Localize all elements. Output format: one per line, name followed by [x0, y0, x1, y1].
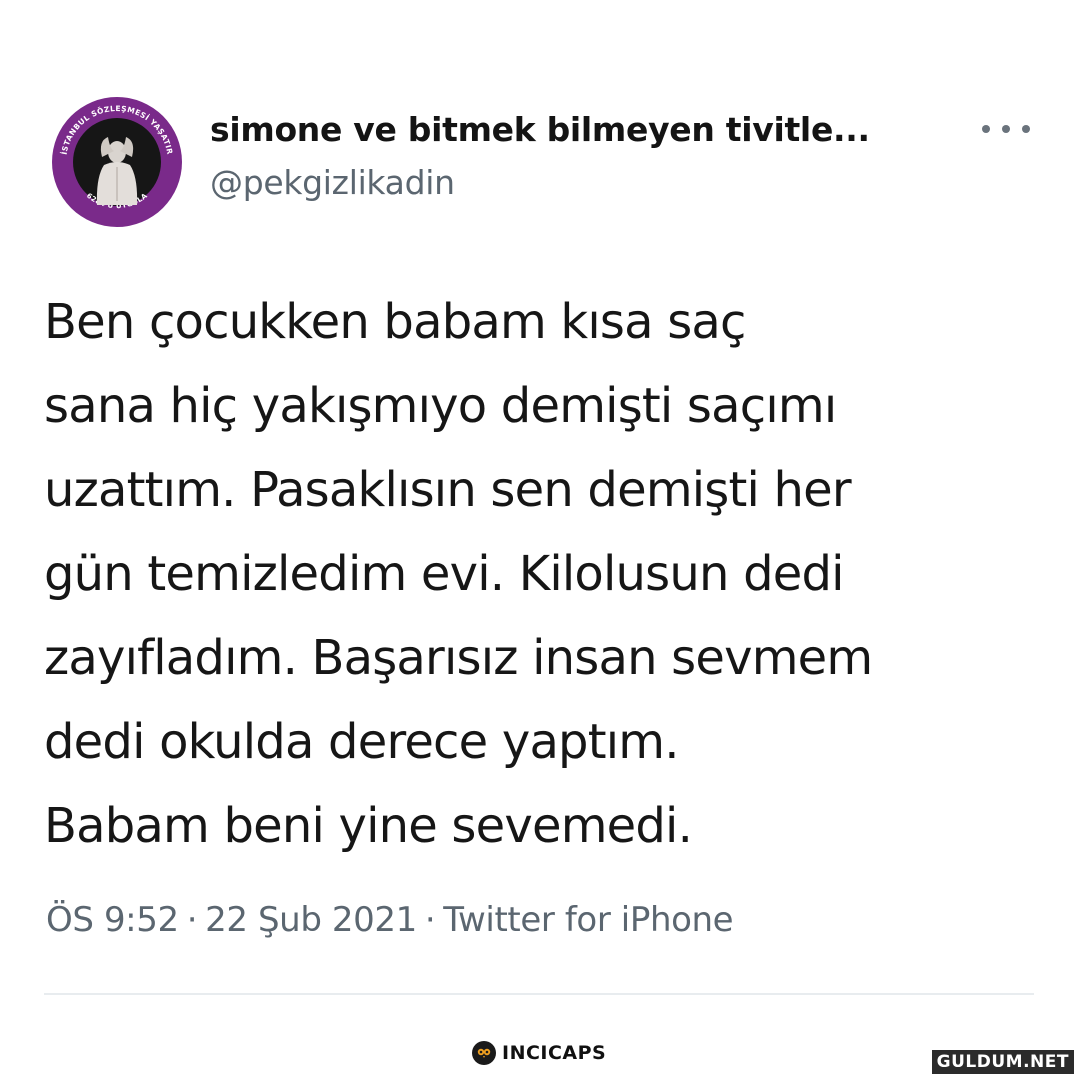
brand-logo: INCICAPS — [472, 1041, 606, 1065]
watermark: GULDUM.NET — [931, 1050, 1074, 1074]
display-name[interactable]: simone ve bitmek bilmeyen tivitle... — [210, 110, 870, 149]
divider — [44, 993, 1034, 995]
tweet-text-line: zayıfladım. Başarısız insan sevmem — [44, 630, 873, 686]
tweet-text-line: sana hiç yakışmıyo demişti saçımı — [44, 378, 837, 434]
tweet-text-line: gün temizledim evi. Kilolusun dedi — [44, 546, 844, 602]
user-handle[interactable]: @pekgizlikadin — [210, 163, 455, 202]
avatar[interactable]: İSTANBUL SÖZLEŞMESİ YAŞATIR 6284'Ü UYGUL… — [52, 97, 182, 227]
tweet-text: Ben çocukken babam kısa saç sana hiç yak… — [44, 280, 1054, 868]
tweet-text-line: Ben çocukken babam kısa saç — [44, 294, 746, 350]
owl-icon — [472, 1041, 496, 1065]
meta-separator: · — [186, 900, 198, 940]
avatar-image: İSTANBUL SÖZLEŞMESİ YAŞATIR 6284'Ü UYGUL… — [53, 98, 181, 226]
avatar-figure — [96, 137, 138, 205]
brand-name: INCICAPS — [502, 1042, 607, 1064]
tweet-time[interactable]: ÖS 9:52 — [46, 900, 179, 940]
tweet-text-line: dedi okulda derece yaptım. — [44, 714, 680, 770]
tweet-text-line: uzattım. Pasaklısın sen demişti her — [44, 462, 852, 518]
tweet-text-line: Babam beni yine sevemedi. — [44, 798, 693, 854]
meta-separator: · — [424, 900, 436, 940]
tweet-date[interactable]: 22 Şub 2021 — [205, 900, 417, 940]
tweet-metadata: ÖS 9:52 · 22 Şub 2021 · Twitter for iPhone — [46, 900, 734, 940]
more-horizontal-icon — [982, 125, 990, 133]
more-options-button[interactable] — [982, 114, 1030, 144]
tweet-source[interactable]: Twitter for iPhone — [443, 900, 733, 940]
